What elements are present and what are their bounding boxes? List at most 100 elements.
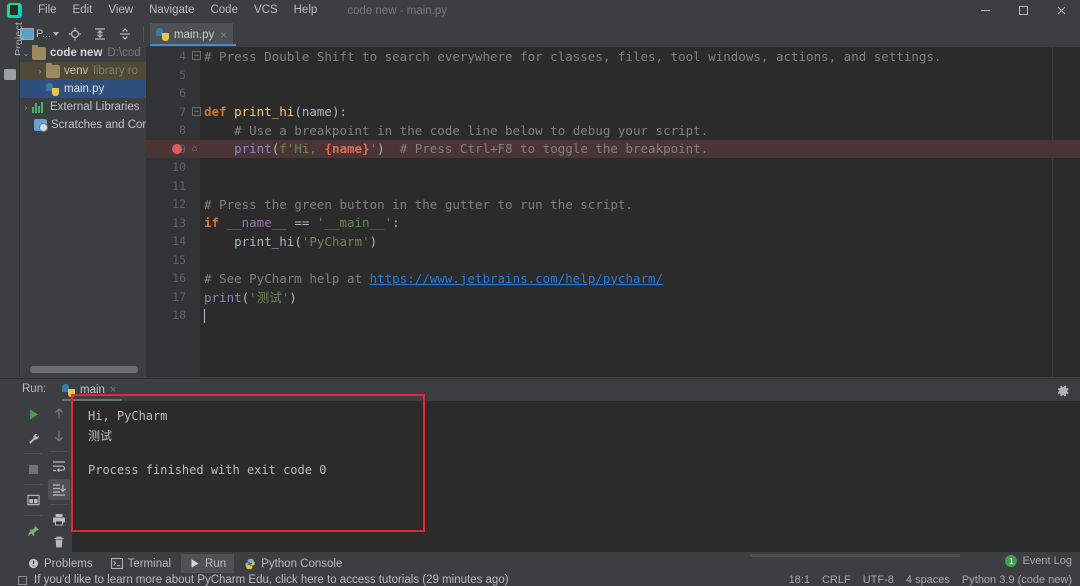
code-text: print('测试') xyxy=(204,290,297,306)
line-separator[interactable]: CRLF xyxy=(822,574,851,586)
arrow-up-icon[interactable] xyxy=(48,403,70,424)
fold-collapse-icon[interactable]: − xyxy=(192,106,201,116)
menu-navigate[interactable]: Navigate xyxy=(141,1,202,20)
menu-help[interactable]: Help xyxy=(286,1,326,20)
maximize-button[interactable] xyxy=(1004,0,1042,21)
text-caret xyxy=(204,309,205,323)
menu-file[interactable]: File xyxy=(30,1,65,20)
code-line[interactable]: 10 xyxy=(146,158,1080,177)
code-line[interactable]: 4− # Press Double Shift to search everywh… xyxy=(146,47,1080,66)
tab-main-py[interactable]: main.py × xyxy=(150,23,234,46)
code-line[interactable]: 6 xyxy=(146,84,1080,103)
fold-collapse-icon[interactable]: − xyxy=(192,51,201,60)
tree-label: Scratches and Cor xyxy=(51,119,146,131)
fold-region-icon[interactable]: ⌂ xyxy=(192,144,197,154)
close-icon[interactable]: × xyxy=(110,384,116,396)
tree-row-scratches[interactable]: Scratches and Cor xyxy=(20,116,146,134)
soft-wrap-icon[interactable] xyxy=(48,456,70,477)
run-toolbar-secondary xyxy=(46,403,72,553)
event-log-button[interactable]: 1 Event Log xyxy=(1005,555,1072,567)
external-libraries-icon xyxy=(32,101,46,113)
code-text: # Press Double Shift to search everywher… xyxy=(204,48,942,64)
python-interpreter[interactable]: Python 3.9 (code new) xyxy=(962,574,1072,586)
code-line[interactable]: 12 # Press the green button in the gutter… xyxy=(146,195,1080,214)
indent-setting[interactable]: 4 spaces xyxy=(906,574,950,586)
menu-vcs[interactable]: VCS xyxy=(246,1,286,20)
code-line[interactable]: 17 print('测试') xyxy=(146,288,1080,307)
status-hint-text: If you'd like to learn more about PyChar… xyxy=(34,574,509,586)
chevron-right-icon[interactable]: › xyxy=(34,67,46,76)
line-number: 13 xyxy=(172,215,186,230)
run-icon xyxy=(191,559,199,568)
settings-gear-icon[interactable] xyxy=(1054,382,1072,400)
background-progress-bar xyxy=(750,554,960,557)
run-console-output[interactable]: Hi, PyCharm 测试 Process finished with exi… xyxy=(72,401,1080,553)
python-file-icon xyxy=(156,28,169,41)
checkbox-icon[interactable] xyxy=(18,575,27,585)
chevron-down-icon[interactable]: ⌄ xyxy=(20,49,32,58)
code-line[interactable]: 15 xyxy=(146,251,1080,270)
file-encoding[interactable]: UTF-8 xyxy=(863,574,894,586)
tree-row-external-libraries[interactable]: › External Libraries xyxy=(20,98,146,116)
layout-icon[interactable] xyxy=(22,489,44,511)
project-tool-strip: Project xyxy=(0,21,25,377)
status-bar: Problems Terminal Run Python Console 1 E… xyxy=(0,552,1080,586)
run-tool-window: Run: main × Hi, PyCharm 测试 Process finis… xyxy=(0,378,1080,553)
run-icon[interactable] xyxy=(22,403,44,425)
code-line[interactable]: 18 xyxy=(146,306,1080,325)
code-line[interactable]: 11 xyxy=(146,177,1080,196)
expand-icon[interactable] xyxy=(114,23,136,45)
code-line[interactable]: 7− def print_hi(name): xyxy=(146,103,1080,122)
tree-sublabel: library ro xyxy=(93,65,139,77)
close-icon[interactable]: × xyxy=(219,29,227,41)
arrow-down-icon[interactable] xyxy=(48,426,70,447)
breakpoint-icon[interactable] xyxy=(172,144,182,154)
scratches-icon xyxy=(34,119,48,132)
menu-code[interactable]: Code xyxy=(202,1,246,20)
tree-row-venv[interactable]: › venv library ro xyxy=(20,62,146,80)
pycharm-window: File Edit View Navigate Code VCS Help co… xyxy=(0,0,1080,586)
stop-icon[interactable] xyxy=(22,458,44,480)
tree-label: code new xyxy=(50,47,103,59)
collapse-all-icon[interactable] xyxy=(89,23,111,45)
caret-position[interactable]: 18:1 xyxy=(789,574,810,586)
tree-row-code-new[interactable]: ⌄ code new D:\cod xyxy=(20,44,146,62)
minimize-button[interactable] xyxy=(966,0,1004,21)
print-icon[interactable] xyxy=(48,509,70,530)
code-line[interactable]: 14 print_hi('PyCharm') xyxy=(146,232,1080,251)
status-button-python-console[interactable]: Python Console xyxy=(236,554,350,573)
locate-icon[interactable] xyxy=(64,23,86,45)
project-tree-hscrollbar[interactable] xyxy=(30,366,138,373)
code-text: # Use a breakpoint in the code line belo… xyxy=(204,122,709,138)
status-hint[interactable]: If you'd like to learn more about PyChar… xyxy=(18,574,509,586)
scroll-to-end-icon[interactable] xyxy=(48,479,70,501)
tree-row-main-py[interactable]: main.py xyxy=(20,80,146,98)
menu-edit[interactable]: Edit xyxy=(65,1,101,20)
code-line[interactable]: 16 # See PyCharm help at https://www.jetb… xyxy=(146,269,1080,288)
code-text: print(f'Hi, {name}') # Press Ctrl+F8 to … xyxy=(234,141,709,157)
code-line[interactable]: 5 xyxy=(146,66,1080,85)
code-editor[interactable]: 4− # Press Double Shift to search everywh… xyxy=(146,47,1080,377)
menu-view[interactable]: View xyxy=(100,1,141,20)
line-number: 15 xyxy=(172,252,186,267)
status-button-label: Problems xyxy=(44,557,93,570)
status-button-problems[interactable]: Problems xyxy=(20,554,101,573)
code-line[interactable]: 13 if __name__ == '__main__': xyxy=(146,214,1080,233)
window-title: code new - main.py xyxy=(347,4,447,17)
python-file-icon xyxy=(62,383,75,397)
wrench-icon[interactable] xyxy=(22,427,44,449)
run-tab-main[interactable]: main × xyxy=(62,381,116,399)
close-button[interactable] xyxy=(1042,0,1080,21)
pin-icon[interactable] xyxy=(22,520,44,542)
chevron-right-icon[interactable]: › xyxy=(20,103,32,112)
trash-icon[interactable] xyxy=(48,532,70,553)
status-button-run[interactable]: Run xyxy=(181,554,235,573)
python-file-icon xyxy=(46,82,60,96)
code-line[interactable]: 8 # Use a breakpoint in the code line be… xyxy=(146,121,1080,140)
code-line[interactable]: 9 ⌂ print(f'Hi, {name}') # Press Ctrl+F8 … xyxy=(146,139,1080,158)
project-tree: ⌄ code new D:\cod › venv library ro main… xyxy=(20,44,146,359)
tree-label: External Libraries xyxy=(50,101,140,113)
status-button-terminal[interactable]: Terminal xyxy=(103,554,179,573)
divider xyxy=(50,504,68,505)
